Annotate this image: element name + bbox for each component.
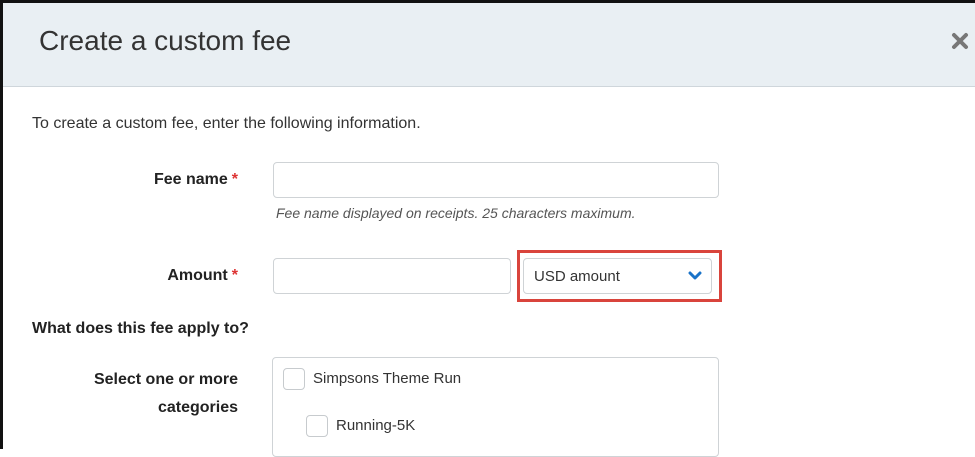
dialog-header: Create a custom fee <box>3 3 975 87</box>
amount-type-select[interactable]: USD amount <box>523 258 712 294</box>
required-marker: * <box>231 171 238 188</box>
amount-label: Amount * <box>20 267 238 285</box>
applies-to-heading: What does this fee apply to? <box>32 320 249 337</box>
fee-name-label: Fee name * <box>20 171 238 189</box>
category-label: Simpsons Theme Run <box>313 370 462 387</box>
intro-text: To create a custom fee, enter the follow… <box>32 115 421 132</box>
close-icon[interactable] <box>950 31 970 51</box>
amount-type-value: USD amount <box>534 268 620 285</box>
categories-list: Simpsons Theme Run Running-5K <box>272 357 719 457</box>
required-marker: * <box>231 267 238 284</box>
fee-name-hint: Fee name displayed on receipts. 25 chara… <box>276 205 636 221</box>
amount-label-text: Amount <box>167 267 228 284</box>
fee-name-input[interactable] <box>273 162 719 198</box>
category-checkbox[interactable] <box>306 415 328 437</box>
chevron-down-icon <box>688 271 702 280</box>
category-label: Running-5K <box>336 417 416 434</box>
fee-name-label-text: Fee name <box>153 171 228 188</box>
dialog-title: Create a custom fee <box>39 25 292 56</box>
category-checkbox[interactable] <box>283 368 305 390</box>
amount-input[interactable] <box>273 258 511 294</box>
categories-label: Select one or more categories <box>93 371 238 416</box>
